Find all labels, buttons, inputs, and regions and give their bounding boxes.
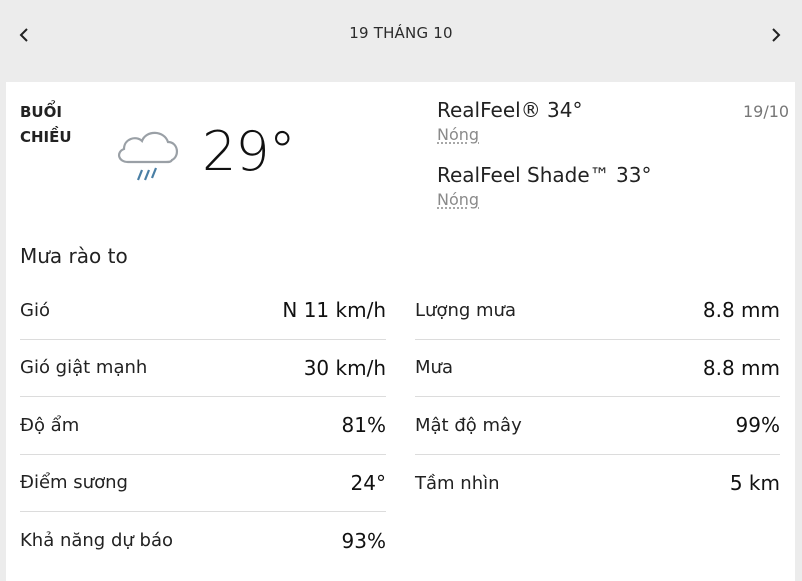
detail-label: Mật độ mây [415, 414, 522, 436]
forecast-card: BUỔI CHIỀU 29° RealFeel® 34° Nóng RealFe… [6, 82, 795, 581]
detail-row-wind-gust: Gió giật mạnh 30 km/h [20, 340, 386, 397]
detail-value: 8.8 mm [702, 355, 780, 380]
detail-row-cloud-cover: Mật độ mây 99% [415, 397, 780, 455]
detail-row-probability: Khả năng dự báo 93% [20, 512, 386, 570]
detail-label: Mưa [415, 357, 453, 379]
detail-label: Tầm nhìn [415, 472, 500, 494]
detail-value: 30 km/h [303, 355, 386, 380]
detail-label: Độ ẩm [20, 414, 80, 436]
detail-label: Gió [20, 299, 50, 321]
detail-value: N 11 km/h [282, 298, 386, 323]
detail-value: 5 km [729, 471, 780, 496]
detail-value: 81% [341, 413, 386, 438]
period-line-1: BUỔI [20, 103, 62, 121]
rain-cloud-icon [118, 131, 178, 181]
chevron-right-icon [772, 28, 781, 42]
day-period-label: BUỔI CHIỀU [20, 100, 72, 150]
detail-row-wind: Gió N 11 km/h [20, 282, 386, 340]
next-day-button[interactable] [764, 22, 788, 48]
details-right-column: Lượng mưa 8.8 mm Mưa 8.8 mm Mật độ mây 9… [415, 282, 780, 512]
detail-row-visibility: Tầm nhìn 5 km [415, 455, 780, 513]
detail-value: 24° [350, 470, 386, 495]
forecast-date: 19/10 [743, 102, 790, 121]
detail-row-rain: Mưa 8.8 mm [415, 340, 780, 397]
temperature: 29° [202, 120, 296, 183]
period-line-2: CHIỀU [20, 128, 72, 146]
detail-label: Điểm sương [20, 472, 128, 494]
detail-value: 99% [735, 413, 780, 438]
detail-label: Gió giật mạnh [20, 357, 148, 379]
detail-row-dew-point: Điểm sương 24° [20, 455, 386, 512]
detail-value: 8.8 mm [702, 298, 780, 323]
detail-label: Lượng mưa [415, 299, 516, 321]
page-title: 19 THÁNG 10 [349, 24, 453, 42]
detail-value: 93% [341, 528, 386, 553]
realfeel-shade-description-link[interactable]: Nóng [437, 189, 479, 211]
realfeel-description-link[interactable]: Nóng [437, 124, 479, 146]
realfeel-value: RealFeel® 34° [437, 98, 583, 122]
detail-row-humidity: Độ ẩm 81% [20, 397, 386, 455]
detail-row-precipitation: Lượng mưa 8.8 mm [415, 282, 780, 340]
date-navigation-bar: 19 THÁNG 10 [0, 0, 802, 70]
weather-phrase: Mưa rào to [20, 244, 128, 268]
realfeel-shade-value: RealFeel Shade™ 33° [437, 163, 652, 187]
details-left-column: Gió N 11 km/h Gió giật mạnh 30 km/h Độ ẩ… [20, 282, 386, 570]
detail-label: Khả năng dự báo [20, 530, 173, 552]
